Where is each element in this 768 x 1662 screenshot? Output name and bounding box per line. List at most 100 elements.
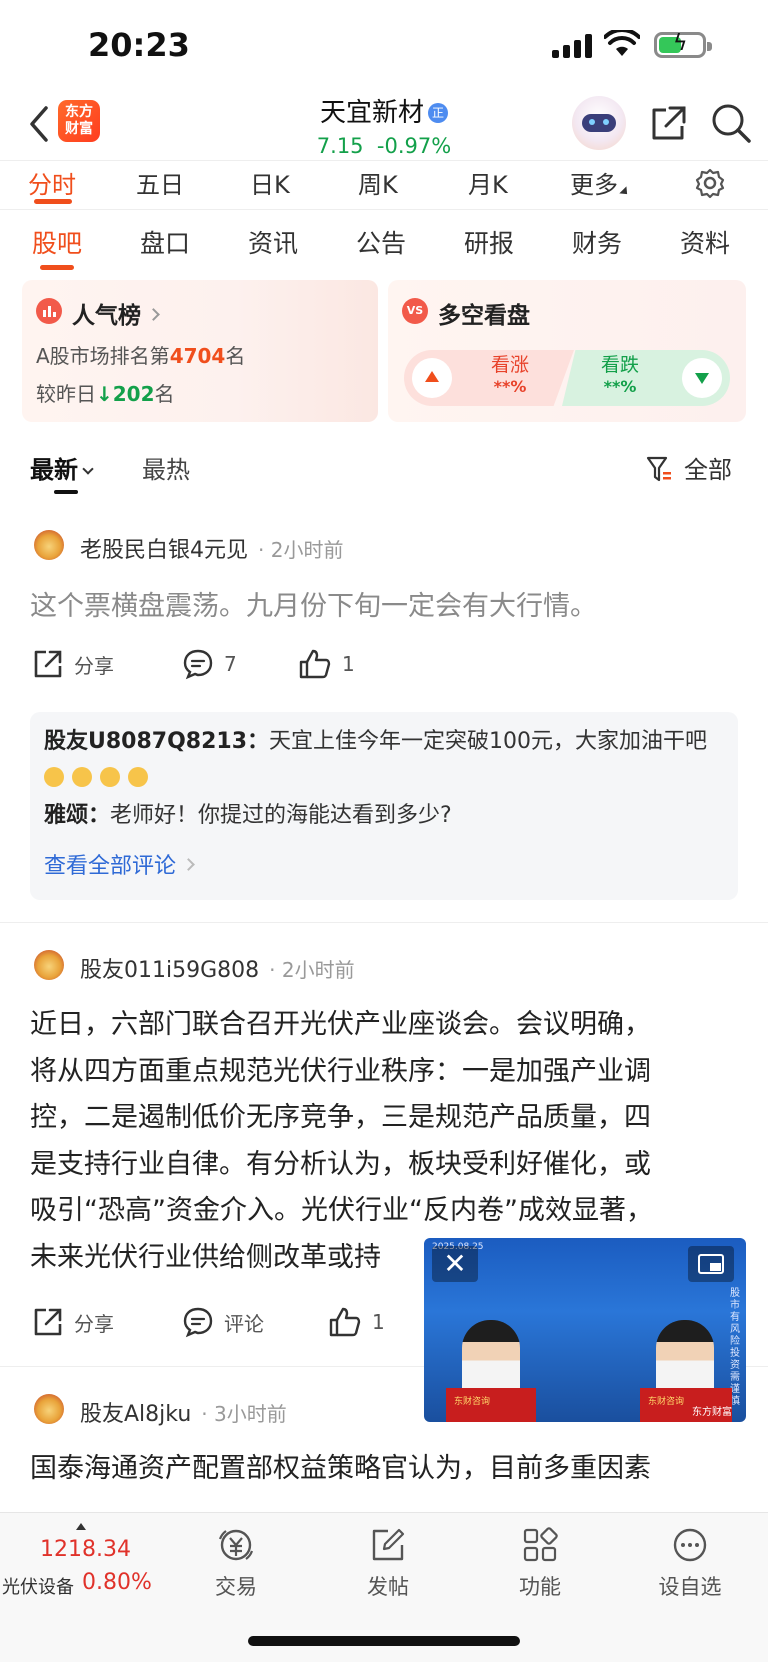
floating-video-player[interactable]: 2025.08.25 ✕ 股市有风险投资需谨慎 东财咨询 东财咨询 东方财富 — [424, 1238, 746, 1422]
tab-profile[interactable]: 资料 — [680, 224, 730, 260]
share-icon — [34, 650, 62, 678]
nav-add-watchlist[interactable]: 设自选 — [640, 1525, 740, 1601]
status-time: 20:23 — [88, 26, 190, 64]
rank-change-value: 202 — [112, 382, 155, 406]
long-short-title: 多空看盘 — [438, 303, 530, 329]
avatar[interactable] — [34, 950, 64, 980]
comment-button[interactable]: 7 — [182, 648, 237, 680]
share-button[interactable]: 分享 — [32, 648, 114, 680]
market-rank: A股市场排名第4704名 — [36, 344, 246, 368]
arrow-down-icon: ↓ — [96, 382, 113, 406]
tab-news[interactable]: 资讯 — [248, 224, 298, 260]
gear-icon[interactable] — [694, 167, 726, 199]
tab-five-day[interactable]: 五日 — [136, 165, 184, 200]
wifi-icon — [604, 30, 640, 56]
desk-left: 东财咨询 — [446, 1388, 536, 1422]
index-name[interactable]: 光伏设备 — [2, 1573, 74, 1599]
post-time: · 3小时前 — [201, 1402, 287, 1426]
divider — [0, 922, 768, 923]
thumbs-up-icon — [329, 1307, 361, 1337]
like-button[interactable]: 1 — [328, 1306, 385, 1338]
chevron-down-icon — [82, 463, 94, 475]
clap-emoji-icon — [72, 767, 92, 787]
view-all-comments[interactable]: 查看全部评论 — [44, 848, 195, 880]
triangle-up-icon — [76, 1523, 86, 1530]
tab-monthly-k[interactable]: 月K — [468, 165, 508, 200]
stock-price: 7.15 — [316, 134, 364, 158]
sort-hot[interactable]: 最热 — [142, 450, 190, 485]
presenter-left — [462, 1320, 520, 1398]
post-author[interactable]: 老股民白银4元见 · 2小时前 — [80, 532, 343, 564]
picture-in-picture-icon[interactable] — [688, 1246, 734, 1282]
index-value[interactable]: 1218.34 — [40, 1537, 131, 1562]
tab-more[interactable]: 更多 — [570, 165, 631, 200]
vs-icon: VS — [402, 298, 428, 324]
share-icon[interactable] — [648, 104, 688, 144]
bearish-label: 看跌 **% — [580, 354, 660, 398]
comment-preview[interactable]: 股友U8087Q8213：天宜上佳今年一定突破100元，大家加油干吧 雅颂：老师… — [30, 712, 738, 900]
clap-emoji-icon — [128, 767, 148, 787]
grid-icon — [523, 1527, 558, 1562]
chevron-right-icon — [182, 858, 195, 871]
bearish-pct: **% — [603, 377, 637, 396]
avatar[interactable] — [34, 1394, 64, 1424]
post-content[interactable]: 国泰海通资产配置部权益策略官认为，目前多重因素 — [30, 1446, 738, 1493]
sort-indicator — [54, 490, 78, 494]
tab-announcements[interactable]: 公告 — [356, 224, 406, 260]
post-author[interactable]: 股友Al8jku · 3小时前 — [80, 1396, 287, 1428]
rank-value: 4704 — [169, 344, 226, 368]
post-content[interactable]: 这个票横盘震荡。九月份下旬一定会有大行情。 — [30, 584, 738, 623]
comment-item: 雅颂：老师好！你提过的海能达看到多少? — [44, 803, 452, 828]
ai-assistant-icon[interactable] — [572, 96, 626, 150]
nav-functions[interactable]: 功能 — [490, 1525, 590, 1601]
verify-badge: 正 — [428, 103, 448, 123]
like-button[interactable]: 1 — [298, 648, 355, 680]
post-author[interactable]: 股友011i59G808 · 2小时前 — [80, 952, 355, 984]
rank-change: 较昨日↓202名 — [36, 382, 175, 406]
edit-icon — [372, 1528, 405, 1561]
comment-item: 股友U8087Q8213：天宜上佳今年一定突破100元，大家加油干吧 — [44, 724, 724, 796]
sort-bar: 最新 最热 全部 — [0, 444, 768, 500]
index-change[interactable]: 0.80% — [82, 1570, 152, 1595]
stock-header: 东方 财富 天宜新材正 7.15 -0.97% — [0, 86, 768, 164]
share-button[interactable]: 分享 — [32, 1306, 114, 1338]
chevron-right-icon — [147, 308, 160, 321]
active-section-indicator — [40, 265, 74, 270]
comment-icon — [183, 649, 213, 680]
tab-pankou[interactable]: 盘口 — [140, 224, 190, 260]
comment-button[interactable]: 评论 — [182, 1306, 264, 1338]
down-arrow-icon[interactable] — [682, 358, 722, 398]
tab-guba[interactable]: 股吧 — [32, 224, 82, 260]
search-icon[interactable] — [710, 102, 752, 144]
presenter-right — [656, 1320, 714, 1398]
nav-trade[interactable]: 交易 — [186, 1525, 286, 1601]
popularity-title: 人气榜 — [72, 296, 160, 330]
tab-research[interactable]: 研报 — [464, 224, 514, 260]
clap-emoji-icon — [100, 767, 120, 787]
bullish-pct: **% — [493, 377, 527, 396]
filter-button[interactable]: 全部 — [646, 450, 732, 485]
chart-tabs: 分时 五日 日K 周K 月K 更多 — [0, 160, 768, 210]
section-tabs: 股吧 盘口 资讯 公告 研报 财务 资料 — [0, 214, 768, 272]
avatar[interactable] — [34, 530, 64, 560]
post-actions: 分享 7 1 — [30, 648, 730, 688]
comment-icon — [183, 1307, 213, 1338]
clap-emoji-icon — [44, 767, 64, 787]
up-arrow-icon[interactable] — [412, 358, 452, 398]
nav-post[interactable]: 发帖 — [338, 1525, 438, 1601]
post-time: · 2小时前 — [258, 538, 344, 562]
status-bar: 20:23 ϟ — [0, 0, 768, 90]
battery-icon: ϟ — [654, 31, 712, 58]
tab-daily-k[interactable]: 日K — [250, 165, 290, 200]
popularity-card[interactable]: 人气榜 A股市场排名第4704名 较昨日↓202名 — [22, 280, 378, 422]
tab-intraday[interactable]: 分时 — [28, 165, 76, 200]
sort-latest[interactable]: 最新 — [30, 450, 94, 485]
thumbs-up-icon — [299, 649, 331, 679]
caret-icon — [619, 186, 631, 198]
close-icon[interactable]: ✕ — [432, 1246, 478, 1282]
trade-icon — [218, 1529, 254, 1561]
tab-finance[interactable]: 财务 — [572, 224, 622, 260]
filter-icon — [646, 456, 671, 482]
share-icon — [34, 1308, 62, 1336]
tab-weekly-k[interactable]: 周K — [358, 165, 398, 200]
